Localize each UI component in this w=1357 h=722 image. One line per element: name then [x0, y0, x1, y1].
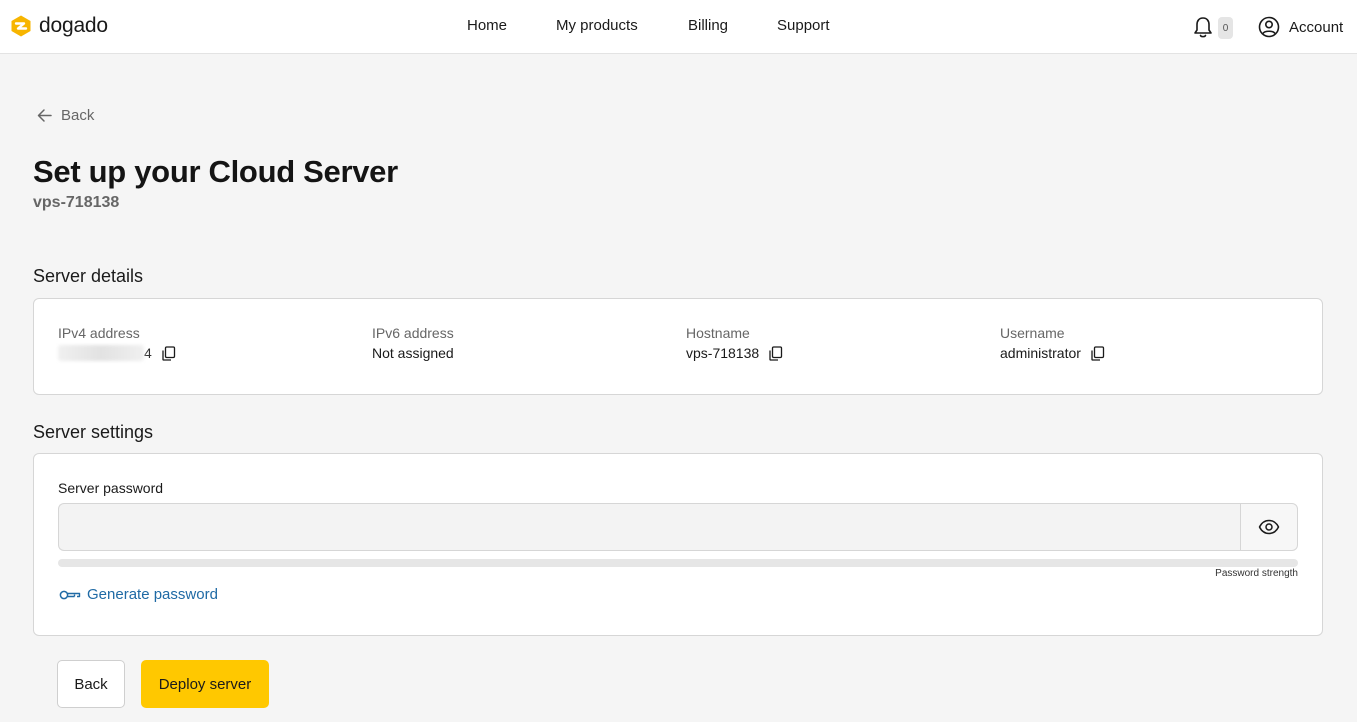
server-password-input[interactable]: [58, 503, 1241, 551]
top-navigation-bar: dogado Home My products Billing Support …: [0, 0, 1357, 54]
ipv4-value: 4: [58, 345, 176, 361]
user-circle-icon: [1258, 16, 1280, 38]
username-text: administrator: [1000, 345, 1081, 361]
main-nav: Home My products Billing Support: [0, 17, 1357, 37]
server-settings-heading: Server settings: [33, 422, 154, 442]
nav-item-billing[interactable]: Billing: [688, 17, 728, 34]
server-password-label: Server password: [58, 480, 164, 496]
hostname-value: vps-718138: [686, 345, 783, 361]
eye-icon: [1258, 519, 1280, 535]
back-link[interactable]: Back: [36, 107, 94, 124]
copy-icon[interactable]: [161, 345, 176, 361]
ipv6-value: Not assigned: [372, 345, 454, 361]
nav-item-my-products[interactable]: My products: [556, 17, 638, 34]
notification-count-badge: 0: [1218, 17, 1233, 39]
password-strength-bar: [58, 559, 1298, 567]
generate-password-label: Generate password: [87, 586, 218, 603]
server-settings-card: Server password Password strength Genera…: [33, 453, 1323, 636]
toggle-password-visibility-button[interactable]: [1240, 503, 1298, 551]
detail-ipv6: IPv6 address Not assigned: [372, 325, 454, 361]
back-button[interactable]: Back: [57, 660, 125, 708]
ipv4-visible-tail: 4: [144, 345, 152, 361]
account-menu[interactable]: Account: [1258, 16, 1343, 38]
page-title: Set up your Cloud Server: [33, 154, 398, 189]
hostname-label: Hostname: [686, 325, 750, 341]
server-details-heading: Server details: [33, 266, 144, 286]
ipv4-label: IPv4 address: [58, 325, 140, 341]
detail-hostname: Hostname vps-718138: [686, 325, 783, 361]
username-value: administrator: [1000, 345, 1105, 361]
detail-ipv4: IPv4 address 4: [58, 325, 176, 361]
ipv6-label: IPv6 address: [372, 325, 454, 341]
password-strength-label: Password strength: [1215, 568, 1298, 579]
redacted-ipv4: [58, 345, 144, 361]
account-label: Account: [1289, 18, 1344, 36]
page-subtitle: vps-718138: [33, 194, 120, 211]
hostname-text: vps-718138: [686, 345, 760, 361]
back-link-label: Back: [61, 107, 95, 124]
nav-item-support[interactable]: Support: [777, 17, 830, 34]
generate-password-link[interactable]: Generate password: [59, 586, 218, 603]
bell-icon[interactable]: [1192, 15, 1214, 39]
nav-item-home[interactable]: Home: [467, 17, 507, 34]
arrow-left-icon: [37, 109, 52, 122]
username-label: Username: [1000, 325, 1065, 341]
copy-icon[interactable]: [768, 345, 783, 361]
copy-icon[interactable]: [1090, 345, 1105, 361]
key-icon: [59, 590, 81, 599]
detail-username: Username administrator: [1000, 325, 1105, 361]
server-details-card: IPv4 address 4 IPv6 address Not assigned…: [33, 298, 1323, 395]
deploy-server-button[interactable]: Deploy server: [141, 660, 269, 708]
